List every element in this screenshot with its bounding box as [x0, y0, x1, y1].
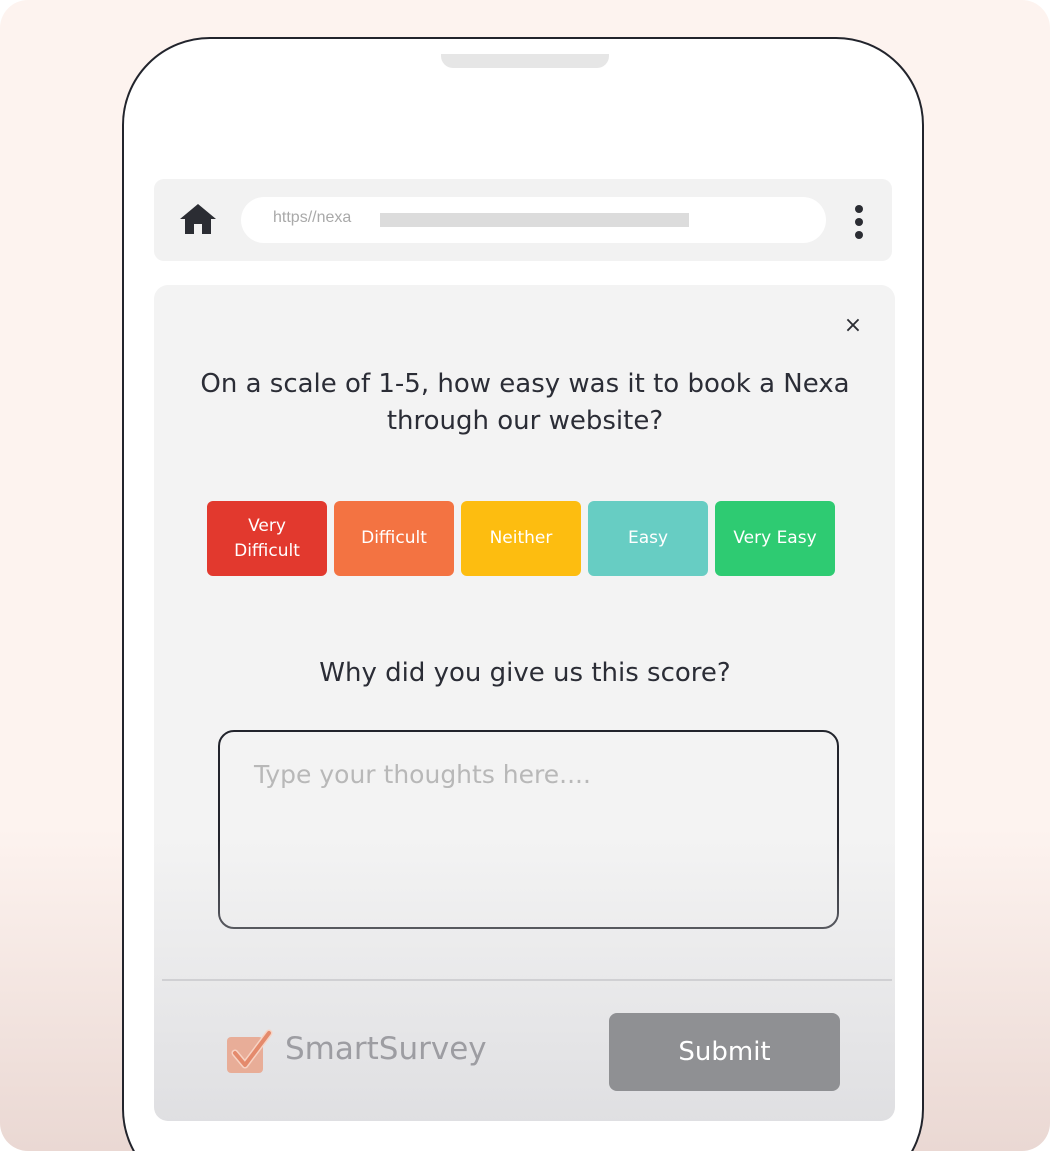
checkmark-logo-icon [227, 1029, 273, 1073]
phone-notch [441, 54, 609, 68]
close-icon[interactable]: × [840, 313, 866, 339]
footer-divider [162, 979, 892, 981]
rating-option-difficult[interactable]: Difficult [334, 501, 454, 576]
kebab-menu-icon[interactable] [850, 205, 870, 241]
survey-question: On a scale of 1-5, how easy was it to bo… [200, 369, 850, 436]
page-background: https//nexa × On a scale of 1-5, how eas… [0, 0, 1050, 1151]
url-redacted-bar [380, 213, 689, 227]
rating-option-very-difficult[interactable]: Very Difficult [207, 501, 327, 576]
url-text: https//nexa [273, 209, 352, 226]
submit-button[interactable]: Submit [609, 1013, 840, 1091]
rating-option-neither[interactable]: Neither [461, 501, 581, 576]
rating-option-very-easy[interactable]: Very Easy [715, 501, 835, 576]
brand-name: SmartSurvey [285, 1031, 487, 1067]
followup-question: Why did you give us this score? [319, 658, 731, 688]
rating-option-easy[interactable]: Easy [588, 501, 708, 576]
comment-textarea[interactable] [218, 730, 839, 929]
home-icon[interactable] [178, 202, 218, 236]
